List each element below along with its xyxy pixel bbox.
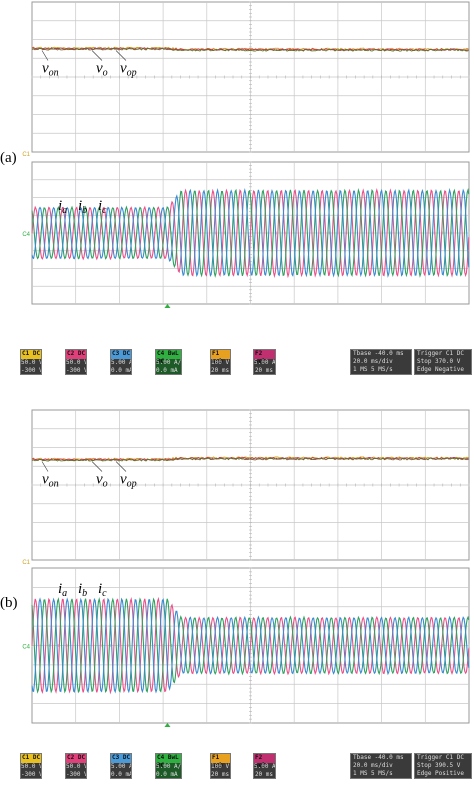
channel-box-c3[interactable]: C3 DC 5.00 A 0.0 mA [110,349,132,375]
trigger-box[interactable]: Trigger C1 DC Stop 370.0 V Edge Negative [414,349,472,375]
channel-header: F2 web [254,754,275,769]
scope-screen-b: C1von vo vopC4ia ib ic [22,409,470,727]
channel-header: C3 DC [111,350,131,359]
trigger-level: Stop 370.0 V [417,358,461,365]
channel-box-c1[interactable]: C1 DC 50.0 V -300 V [20,753,42,779]
channel-marker: C1 [22,152,30,158]
channel-scale: 50.0 V [21,763,41,770]
channel-header: C2 DC [66,350,86,359]
channel-scale: 5.00 A [254,763,275,770]
channel-box-f2[interactable]: F2 web 5.00 A 20 ms [253,753,276,779]
channel-offset: 0.0 mA [111,771,131,778]
channel-offset: 0.0 mA ofst [156,367,181,374]
channel-scale: 50.0 V [21,359,41,366]
channel-header: C1 DC [21,754,41,763]
grid-v0 [31,1,470,153]
channel-marker: C4 [22,232,30,238]
channel-box-f2[interactable]: F2 web 5.00 A 20 ms [253,349,276,375]
timebase-rate: 1 MS 5 MS/s [353,366,393,373]
timebase-value: Tbase -40.0 ms [353,350,404,357]
trigger-marker [164,723,171,727]
scope-panel-a: C1 von vo vop C4 ia ib ic (a) C1 DC 50.0 V -300 V… [0,0,474,395]
channel-scale: 100 V [211,359,230,366]
channel-box-c2[interactable]: C2 DC 50.0 V -300 V [65,753,87,779]
channel-scale: 100 V [211,763,230,770]
timebase-box[interactable]: Tbase -40.0 ms 20.0 ms/div 1 MS 5 MS/s [350,753,412,779]
channel-offset: -300 V [66,367,86,374]
trigger-slope: Edge Negative [417,366,464,373]
scope-screen-a: C1von vo vopC4ia ib ic [22,1,470,308]
channel-header: F1 web [211,754,230,769]
timebase-div: 20.0 ms/div [353,358,393,365]
channel-scale: 50.0 V [66,763,86,770]
channel-scale: 5.00 A/div [156,763,181,770]
channel-scale: 5.00 A/div [156,359,181,366]
channel-marker: C1 [22,560,30,566]
channel-box-c2[interactable]: C2 DC 50.0 V -300 V [65,349,87,375]
timebase-value: Tbase -40.0 ms [353,754,404,761]
panel-tag-a: (a) [0,150,17,166]
channel-offset: 20 ms [211,367,230,374]
trigger-box[interactable]: Trigger C1 DC Stop 390.5 V Edge Positive [414,753,472,779]
channel-box-f1[interactable]: F1 web 100 V 20 ms [210,753,231,779]
status-bar-a: C1 DC 50.0 V -300 V C2 DC 50.0 V -300 V C3 DC 5… [20,349,472,375]
channel-box-c1[interactable]: C1 DC 50.0 V -300 V [20,349,42,375]
status-bar-b: C1 DC 50.0 V -300 V C2 DC 50.0 V -300 V C3 DC 5… [20,753,472,779]
trigger-level: Stop 390.5 V [417,762,461,769]
channel-header: C2 DC [66,754,86,763]
trigger-title: Trigger C1 DC [417,350,464,357]
channel-offset: 0.0 mA [111,367,131,374]
trigger-slope: Edge Positive [417,770,464,777]
trigger-marker [164,304,171,308]
channel-header: F2 web [254,350,275,365]
channel-scale: 5.00 A [111,763,131,770]
channel-offset: 20 ms [254,367,273,374]
channel-box-c3[interactable]: C3 DC 5.00 A 0.0 mA [110,753,132,779]
channel-offset: -300 V [21,771,41,778]
channel-scale: 5.00 A [254,359,275,366]
channel-offset: 0.0 mA ofst [156,771,181,778]
channel-header: C1 DC [21,350,41,359]
channel-marker: C4 [22,645,30,651]
panel-tag-b: (b) [0,595,18,611]
channel-box-c4[interactable]: C4 BwL DC5.00 A/div0.0 mA ofst [155,753,182,779]
timebase-rate: 1 MS 5 MS/s [353,770,393,777]
channel-scale: 5.00 A [111,359,131,366]
channel-header: F1 web [211,350,230,365]
timebase-box[interactable]: Tbase -40.0 ms 20.0 ms/div 1 MS 5 MS/s [350,349,412,375]
channel-header: C4 BwL DC [156,350,181,365]
channel-offset: -300 V [66,771,86,778]
channel-offset: 20 ms [211,771,230,778]
trigger-title: Trigger C1 DC [417,754,464,761]
scope-panel-b: C1 von vo vop C4 ia ib ic (b) C1 DC 50.0 V -300 V… [0,405,474,785]
channel-offset: -300 V [21,367,41,374]
timebase-div: 20.0 ms/div [353,762,393,769]
channel-box-f1[interactable]: F1 web 100 V 20 ms [210,349,231,375]
channel-header: C3 DC [111,754,131,763]
channel-header: C4 BwL DC [156,754,181,769]
channel-scale: 50.0 V [66,359,86,366]
channel-offset: 20 ms [254,771,273,778]
channel-box-c4[interactable]: C4 BwL DC5.00 A/div0.0 mA ofst [155,349,182,375]
